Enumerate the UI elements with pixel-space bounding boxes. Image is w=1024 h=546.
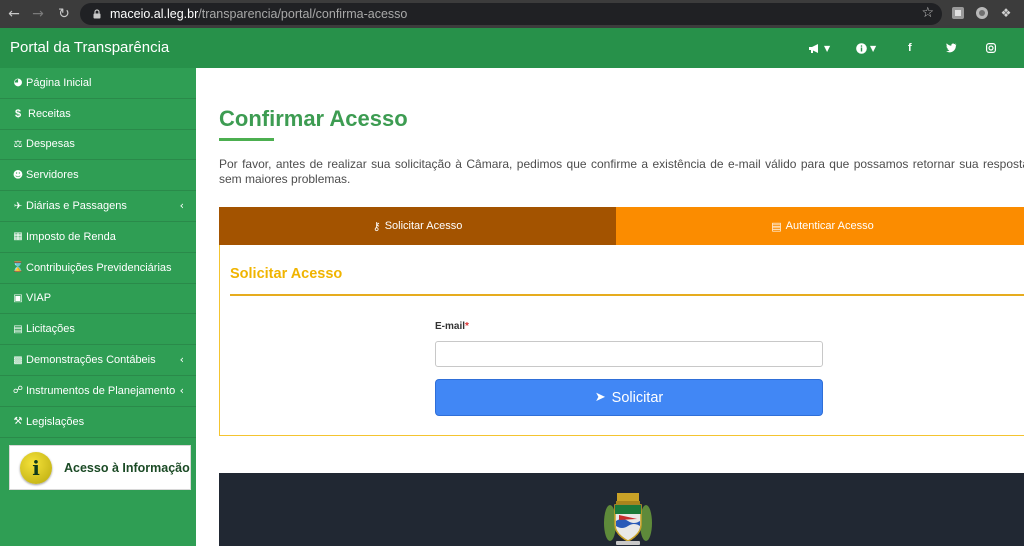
lock-icon[interactable] <box>92 9 102 19</box>
tab-label: Autenticar Acesso <box>785 220 874 232</box>
twitter-icon[interactable] <box>946 39 957 57</box>
briefcase-icon: ▤ <box>13 323 23 335</box>
bar-chart-icon: ▩ <box>13 354 23 366</box>
sidebar-item-diarias-passagens[interactable]: ✈ Diárias e Passagens ‹ <box>0 191 196 222</box>
sidebar-item-label: Instrumentos de Planejamento <box>26 384 176 397</box>
sidebar-item-label: Licitações <box>26 323 75 336</box>
sidebar-item-licitacoes[interactable]: ▤ Licitações <box>0 314 196 346</box>
megaphone-icon[interactable]: ▼ <box>808 39 830 57</box>
sidebar-item-imposto-renda[interactable]: ▦ Imposto de Renda <box>0 222 196 253</box>
title-underline <box>219 138 274 141</box>
city-crest-icon <box>604 493 652 545</box>
plane-icon: ✈ <box>13 200 23 212</box>
sidebar-item-label: Despesas <box>26 138 75 151</box>
calculator-icon: ▦ <box>13 231 23 243</box>
puzzle-icon[interactable]: ❖ <box>998 5 1014 21</box>
sidebar-item-receitas[interactable]: $ Receitas <box>0 99 196 130</box>
globe-icon[interactable] <box>974 5 990 21</box>
facebook-icon[interactable]: f <box>908 39 912 57</box>
sidebar-item-instrumentos[interactable]: ☍ Instrumentos de Planejamento ‹ <box>0 376 196 407</box>
sidebar-item-label: Página Inicial <box>26 76 92 89</box>
panel-divider <box>230 294 1024 296</box>
star-icon[interactable]: ☆ <box>921 5 934 21</box>
required-mark: * <box>465 321 469 332</box>
users-icon: ☻ <box>12 169 24 181</box>
sidebar-item-label: VIAP <box>26 292 52 305</box>
request-panel: Solicitar Acesso E-mail* ➤ Solicitar <box>219 245 1024 436</box>
balance-icon: ⚖ <box>13 138 23 150</box>
money-icon: ▣ <box>13 292 23 304</box>
id-card-icon: ▤ <box>771 219 782 233</box>
panel-title: Solicitar Acesso <box>230 266 343 282</box>
page-title: Confirmar Acesso <box>219 106 408 131</box>
email-field[interactable] <box>435 341 823 367</box>
tab-solicitar-acesso[interactable]: ⚷ Solicitar Acesso <box>219 207 616 245</box>
url-text: maceio.al.leg.br/transparencia/portal/co… <box>110 7 407 21</box>
footer <box>219 473 1024 546</box>
gavel-icon: ⚒ <box>13 416 23 428</box>
reload-icon[interactable]: ↻ <box>54 0 74 28</box>
sidebar-item-label: Imposto de Renda <box>26 230 116 243</box>
email-label: E-mail* <box>435 321 469 332</box>
tachometer-icon: ◕ <box>13 77 23 89</box>
tab-autenticar-acesso[interactable]: ▤ Autenticar Acesso <box>616 207 1024 245</box>
sidebar-item-legislacoes[interactable]: ⚒ Legislações <box>0 407 196 438</box>
acesso-informacao-banner[interactable]: i Acesso à Informação <box>9 445 191 490</box>
email-label-text: E-mail <box>435 321 466 332</box>
address-bar[interactable]: maceio.al.leg.br/transparencia/portal/co… <box>80 3 942 25</box>
sidebar-item-label: Legislações <box>26 415 85 428</box>
extension-icon[interactable] <box>950 5 966 21</box>
chevron-left-icon: ‹ <box>179 383 184 397</box>
instagram-icon[interactable] <box>986 39 996 57</box>
sidebar-item-label: Demonstrações Contábeis <box>26 354 156 367</box>
info-icon[interactable]: ▼ <box>856 39 876 57</box>
chevron-left-icon: ‹ <box>179 353 184 367</box>
key-icon: ⚷ <box>372 219 381 233</box>
portal-brand[interactable]: Portal da Transparência <box>10 39 169 56</box>
solicitar-button[interactable]: ➤ Solicitar <box>435 379 823 416</box>
sidebar: ◕ Página Inicial $ Receitas ⚖ Despesas ☻ Ser… <box>0 68 196 546</box>
sidebar-item-pagina-inicial[interactable]: ◕ Página Inicial <box>0 68 196 99</box>
handshake-icon: ☍ <box>12 385 24 397</box>
sidebar-item-label: Receitas <box>28 107 71 120</box>
browser-toolbar: ← → ↻ maceio.al.leg.br/transparencia/por… <box>0 0 1024 28</box>
sidebar-item-label: Diárias e Passagens <box>26 200 127 213</box>
url-path: /transparencia/portal/confirma-acesso <box>198 7 408 21</box>
sidebar-item-servidores[interactable]: ☻ Servidores <box>0 160 196 192</box>
tabs: ⚷ Solicitar Acesso ▤ Autenticar Acesso <box>219 207 1024 245</box>
hourglass-icon: ⌛ <box>11 262 25 274</box>
sidebar-item-label: Contribuições Previdenciárias <box>26 261 172 274</box>
info-icon: i <box>20 451 52 484</box>
dollar-icon: $ <box>14 107 22 120</box>
sidebar-item-demonstracoes[interactable]: ▩ Demonstrações Contábeis ‹ <box>0 345 196 376</box>
tab-label: Solicitar Acesso <box>384 220 463 232</box>
sidebar-item-viap[interactable]: ▣ VIAP <box>0 284 196 315</box>
acesso-informacao-label: Acesso à Informação <box>64 460 190 475</box>
solicitar-label: Solicitar <box>611 389 664 406</box>
chevron-left-icon: ‹ <box>179 199 184 213</box>
back-icon[interactable]: ← <box>4 0 24 28</box>
paper-plane-icon: ➤ <box>594 390 606 405</box>
url-host: maceio.al.leg.br <box>110 7 199 21</box>
intro-text: Por favor, antes de realizar sua solicit… <box>219 157 1024 186</box>
top-navbar: Portal da Transparência ▼ ▼ f <box>0 28 1024 68</box>
sidebar-item-despesas[interactable]: ⚖ Despesas <box>0 130 196 161</box>
forward-icon[interactable]: → <box>28 0 48 28</box>
sidebar-item-contribuicoes[interactable]: ⌛ Contribuições Previdenciárias <box>0 253 196 284</box>
sidebar-item-label: Servidores <box>26 169 79 182</box>
